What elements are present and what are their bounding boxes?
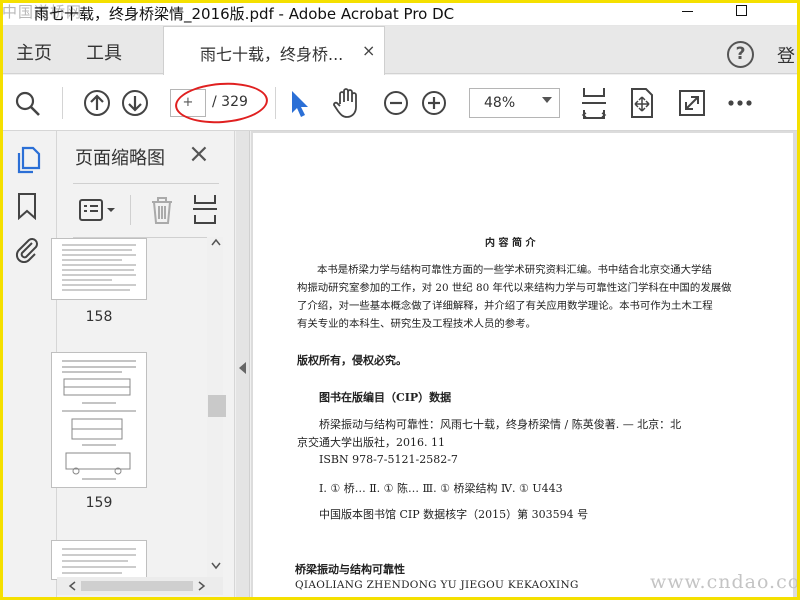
thumbnail-preview <box>62 244 136 291</box>
rotate-view-icon[interactable] <box>628 87 656 119</box>
zoom-in-icon[interactable] <box>421 90 447 116</box>
cip-isbn: ISBN 978-7-5121-2582-7 <box>319 453 458 466</box>
cip-title: 图书在版编目（CIP）数据 <box>319 391 452 404</box>
zoom-out-icon[interactable] <box>383 90 409 116</box>
thumbnail-page-158[interactable] <box>51 238 147 300</box>
navigation-rail <box>0 131 57 600</box>
next-page-icon[interactable] <box>121 89 149 117</box>
document-view[interactable]: 内 容 简 介 本书是桥梁力学与结构可靠性方面的一些学术研究资料汇编。书中结合北… <box>251 131 800 600</box>
thumbnail-preview <box>62 548 136 574</box>
scrollbar-thumb[interactable] <box>81 581 193 591</box>
window-title-bar: 中国道桥网 雨七十载，终身桥梁情_2016版.pdf - Adobe Acrob… <box>0 0 800 26</box>
document-tab[interactable]: 雨七十载，终身桥... × <box>163 26 385 75</box>
toolbar: + / 329 48% <box>0 75 800 131</box>
summary-heading: 内 容 简 介 <box>485 238 536 249</box>
cip-classification: Ⅰ. ① 桥… Ⅱ. ① 陈… Ⅲ. ① 桥梁结构 Ⅳ. ① U443 <box>319 482 563 495</box>
tab-title: 雨七十载，终身桥... <box>200 45 344 64</box>
scroll-left-icon[interactable] <box>68 581 76 591</box>
summary-line: 有关专业的本科生、研究生及工程技术人员的参考。 <box>297 318 536 330</box>
site-watermark: www.cndao.com <box>650 571 800 593</box>
menu-bar: 主页 工具 <box>0 26 800 74</box>
book-title: 桥梁振动与结构可靠性 <box>295 563 405 576</box>
scroll-right-icon[interactable] <box>198 581 206 591</box>
book-title-pinyin: QIAOLIANG ZHENDONG YU JIEGOU KEKAOXING <box>295 579 579 591</box>
menu-home[interactable]: 主页 <box>16 39 52 65</box>
menu-tools[interactable]: 工具 <box>86 39 122 65</box>
tab-close-button[interactable]: × <box>362 41 375 60</box>
thumbnail-page-160[interactable] <box>51 540 147 580</box>
zoom-select[interactable]: 48% <box>469 88 560 118</box>
scroll-down-icon[interactable] <box>211 562 221 570</box>
scroll-mode-icon[interactable] <box>580 86 608 120</box>
bookmarks-icon[interactable] <box>16 192 38 220</box>
attachments-icon[interactable] <box>14 235 40 263</box>
summary-line: 构振动研究室参加的工作，对 20 世纪 80 年代以来结构力学与可靠性这门学科在… <box>297 282 732 294</box>
thumbnail-options-icon[interactable] <box>78 197 118 223</box>
insert-page-icon[interactable] <box>191 193 219 225</box>
summary-line: 本书是桥梁力学与结构可靠性方面的一些学术研究资料汇编。书中结合北京交通大学结 <box>317 264 712 276</box>
thumbnail-page-159[interactable] <box>51 352 147 488</box>
cip-line: 桥梁振动与结构可靠性：风雨七十载，终身桥梁情 / 陈英俊著. — 北京：北 <box>319 418 682 431</box>
help-icon[interactable]: ? <box>727 41 754 68</box>
summary-line: 了介绍，对一些基本概念做了详细解释，并介绍了有关应用数学理论。本书可作为土木工程 <box>297 300 713 312</box>
more-options-icon[interactable] <box>727 99 753 107</box>
thumbnail-preview <box>62 360 136 480</box>
toolbar-separator <box>62 87 63 119</box>
pdf-page: 内 容 简 介 本书是桥梁力学与结构可靠性方面的一些学术研究资料汇编。书中结合北… <box>253 133 793 600</box>
scrollbar-thumb[interactable] <box>208 395 226 417</box>
panel-title: 页面缩略图 <box>75 148 165 169</box>
minimize-button[interactable] <box>682 11 693 12</box>
thumbnail-page-number: 158 <box>85 309 113 325</box>
window-title: 雨七十载，终身桥梁情_2016版.pdf - Adobe Acrobat Pro… <box>34 5 455 23</box>
collapse-arrow-icon <box>239 362 246 374</box>
login-button[interactable]: 登 <box>777 42 795 68</box>
zoom-value: 48% <box>484 95 516 111</box>
panel-divider <box>73 183 219 184</box>
toolbar-separator <box>130 195 131 225</box>
hand-tool-icon[interactable] <box>332 87 362 119</box>
maximize-button[interactable] <box>736 5 747 16</box>
search-icon[interactable] <box>14 90 42 118</box>
panel-collapse-handle[interactable] <box>236 131 250 600</box>
previous-page-icon[interactable] <box>83 89 111 117</box>
chevron-down-icon <box>542 97 552 103</box>
panel-close-button[interactable]: × <box>188 139 210 169</box>
copyright-notice: 版权所有，侵权必究。 <box>297 354 407 367</box>
select-cursor-icon[interactable] <box>289 89 311 119</box>
page-thumbnails-icon[interactable] <box>15 146 41 174</box>
cip-line: 京交通大学出版社，2016. 11 <box>297 436 445 449</box>
toolbar-separator <box>275 87 276 119</box>
cip-record-number: 中国版本图书馆 CIP 数据核字（2015）第 303594 号 <box>319 508 589 521</box>
thumbnails-horizontal-scrollbar[interactable] <box>57 577 223 595</box>
scroll-up-icon[interactable] <box>211 238 221 246</box>
thumbnail-page-number: 159 <box>85 495 113 511</box>
fullscreen-icon[interactable] <box>678 89 706 117</box>
trash-icon[interactable] <box>149 195 175 225</box>
